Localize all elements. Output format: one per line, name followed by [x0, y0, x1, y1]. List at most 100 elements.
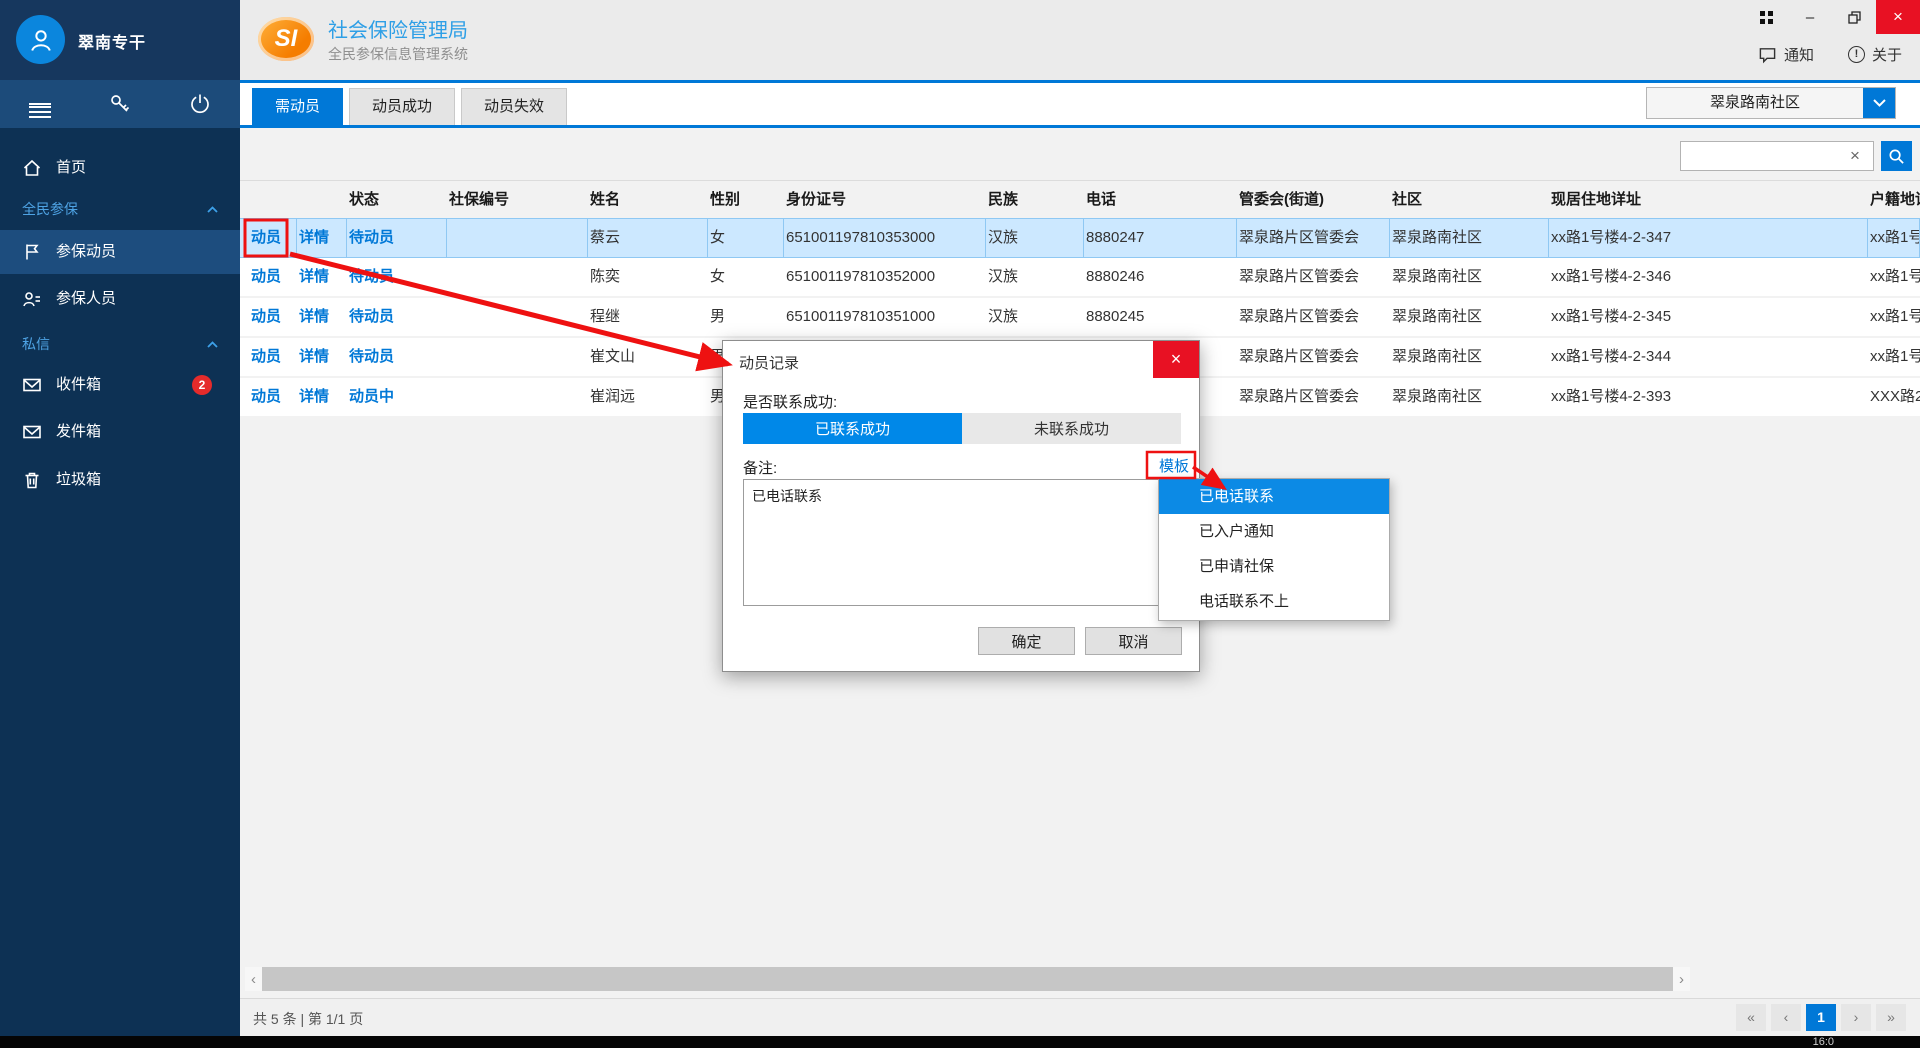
sidebar-section-private-message[interactable]: 私信 [0, 326, 240, 362]
tab-mobilize-expired[interactable]: 动员失效 [461, 88, 567, 125]
column-header [240, 181, 297, 218]
contacted-fail-button[interactable]: 未联系成功 [962, 413, 1181, 444]
table-row[interactable]: 动员详情待动员陈奕女651001197810352000汉族8880246翠泉路… [240, 258, 1920, 298]
contacted-success-button[interactable]: 已联系成功 [743, 413, 962, 444]
column-header: 民族 [986, 181, 1084, 218]
cell-name: 崔文山 [588, 338, 708, 376]
column-header: 姓名 [588, 181, 708, 218]
template-dropdown: 已电话联系 已入户通知 已申请社保 电话联系不上 [1158, 478, 1390, 621]
detail-link[interactable]: 详情 [297, 219, 347, 257]
sidebar-item-mobilization[interactable]: 参保动员 [0, 230, 240, 274]
cell-address: xx路1号楼4-2-346 [1549, 258, 1868, 296]
sidebar-item-insured-persons[interactable]: 参保人员 [0, 277, 240, 321]
page-number-button[interactable]: 1 [1806, 1004, 1836, 1031]
page-last-button[interactable]: » [1876, 1004, 1906, 1031]
sidebar-item-label: 参保动员 [56, 230, 116, 274]
people-icon [22, 289, 42, 309]
column-header: 身份证号 [784, 181, 986, 218]
detail-link[interactable]: 详情 [297, 338, 347, 376]
cell-community: 翠泉路南社区 [1390, 298, 1549, 336]
note-textarea[interactable]: 已电话联系 [743, 479, 1181, 606]
confirm-button[interactable]: 确定 [978, 627, 1075, 655]
sidebar-item-label: 首页 [56, 146, 86, 190]
cell-committee: 翠泉路片区管委会 [1237, 258, 1390, 296]
avatar [16, 15, 65, 64]
sidebar-item-inbox[interactable]: 收件箱 2 [0, 363, 240, 407]
scroll-left-icon[interactable]: ‹ [245, 971, 262, 988]
app-title: 社会保险管理局 [328, 14, 468, 43]
app-window: 翠南专干 首页 全民参保 [0, 0, 1920, 1048]
cell-name: 程继 [588, 298, 708, 336]
scroll-right-icon[interactable]: › [1673, 971, 1690, 988]
sidebar-item-outbox[interactable]: 发件箱 [0, 410, 240, 454]
hamburger-menu-icon[interactable] [0, 100, 80, 108]
clear-search-icon[interactable]: × [1844, 145, 1866, 167]
cell-hukou-address: xx路1号 [1868, 258, 1920, 296]
cell-ethnicity: 汉族 [986, 298, 1084, 336]
notifications-link[interactable]: 通知 [1758, 44, 1814, 65]
cell-status: 待动员 [347, 258, 447, 296]
cell-status: 待动员 [347, 338, 447, 376]
community-select[interactable]: 翠泉路南社区 [1646, 87, 1896, 119]
cell-gender: 女 [708, 258, 784, 296]
cell-name: 陈奕 [588, 258, 708, 296]
minimize-button[interactable]: – [1788, 0, 1832, 34]
sidebar-section-universal-insurance[interactable]: 全民参保 [0, 191, 240, 227]
sidebar-user-header: 翠南专干 [0, 0, 240, 80]
sidebar-icon-band [0, 80, 240, 128]
about-link[interactable]: ! 关于 [1848, 44, 1902, 65]
template-option-phone-contacted[interactable]: 已电话联系 [1159, 479, 1389, 514]
mobilize-link[interactable]: 动员 [240, 298, 297, 336]
mobilize-link[interactable]: 动员 [240, 378, 297, 416]
template-link[interactable]: 模板 [1159, 455, 1189, 476]
grid-apps-icon[interactable] [1744, 0, 1788, 34]
power-icon[interactable] [160, 92, 240, 116]
mobilize-link[interactable]: 动员 [240, 219, 297, 257]
sidebar-item-trash[interactable]: 垃圾箱 [0, 458, 240, 502]
mobilize-link[interactable]: 动员 [240, 258, 297, 296]
cell-name: 蔡云 [588, 219, 708, 257]
cell-status: 待动员 [347, 298, 447, 336]
horizontal-scrollbar[interactable]: ‹ › [245, 967, 1690, 991]
cell-name: 崔润远 [588, 378, 708, 416]
app-logo: SI [258, 17, 314, 61]
column-header: 社区 [1390, 181, 1549, 218]
column-header: 电话 [1084, 181, 1237, 218]
template-option-home-notified[interactable]: 已入户通知 [1159, 514, 1389, 549]
scrollbar-thumb[interactable] [262, 967, 1673, 991]
cell-address: xx路1号楼4-2-347 [1549, 219, 1868, 257]
restore-button[interactable] [1832, 0, 1876, 34]
cancel-button[interactable]: 取消 [1085, 627, 1182, 655]
sidebar-item-label: 收件箱 [56, 363, 101, 407]
sidebar-item-home[interactable]: 首页 [0, 146, 240, 190]
tab-need-mobilize[interactable]: 需动员 [252, 88, 343, 125]
table-row[interactable]: 动员详情待动员程继男651001197810351000汉族8880245翠泉路… [240, 298, 1920, 338]
cell-phone: 8880245 [1084, 298, 1237, 336]
mobilize-link[interactable]: 动员 [240, 338, 297, 376]
cell-ethnicity: 汉族 [986, 258, 1084, 296]
key-icon[interactable] [80, 92, 160, 116]
detail-link[interactable]: 详情 [297, 378, 347, 416]
page-next-button[interactable]: › [1841, 1004, 1871, 1031]
page-first-button[interactable]: « [1736, 1004, 1766, 1031]
template-option-unreachable[interactable]: 电话联系不上 [1159, 584, 1389, 619]
user-name: 翠南专干 [78, 29, 146, 53]
dialog-close-icon[interactable]: × [1153, 341, 1199, 378]
pager: « ‹ 1 › » [1736, 1004, 1906, 1031]
record-summary: 共 5 条 | 第 1/1 页 [253, 1009, 363, 1029]
template-option-applied[interactable]: 已申请社保 [1159, 549, 1389, 584]
tab-mobilize-success[interactable]: 动员成功 [349, 88, 455, 125]
taskbar-clock: 16:0 [1813, 1036, 1834, 1048]
note-label: 备注: [743, 457, 777, 478]
detail-link[interactable]: 详情 [297, 258, 347, 296]
search-button[interactable] [1881, 141, 1912, 171]
table-row[interactable]: 动员详情待动员蔡云女651001197810353000汉族8880247翠泉路… [240, 218, 1920, 258]
cell-committee: 翠泉路片区管委会 [1237, 219, 1390, 257]
page-prev-button[interactable]: ‹ [1771, 1004, 1801, 1031]
table-header-row: 状态社保编号姓名性别身份证号民族电话管委会(街道)社区现居住地详址户籍地详址 [240, 180, 1920, 218]
section-label: 私信 [22, 326, 50, 362]
close-button[interactable]: × [1876, 0, 1920, 34]
detail-link[interactable]: 详情 [297, 298, 347, 336]
cell-gender: 男 [708, 298, 784, 336]
home-icon [22, 158, 42, 178]
